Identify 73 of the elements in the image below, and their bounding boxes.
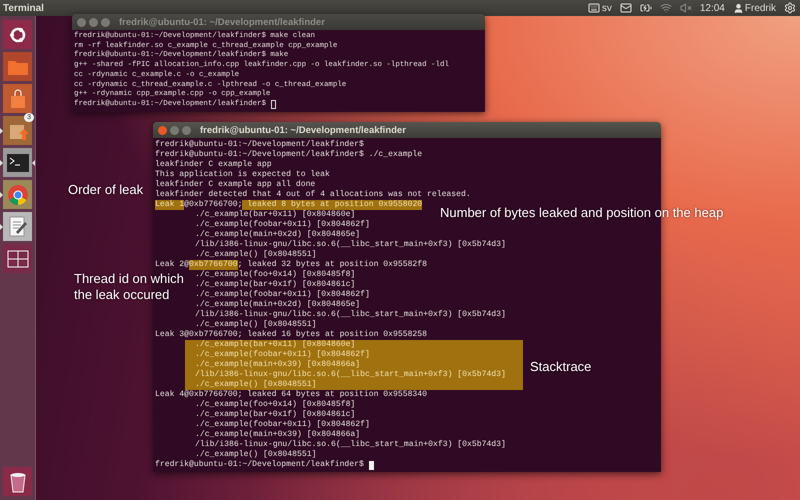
stack-frame-line: ./c_example(foobar+0x11) [0x804862f] (195, 290, 370, 300)
keyboard-layout[interactable]: sv (602, 2, 612, 14)
trash-icon (8, 470, 26, 492)
launcher-item[interactable] (0, 244, 35, 273)
stack-frame-line: ./c_example(bar+0x1f) [0x804861c] (195, 410, 356, 420)
clock[interactable]: 12:04 (700, 2, 725, 14)
minimize-button[interactable] (89, 18, 98, 26)
launcher-item[interactable] (0, 180, 35, 209)
stack-frame-line: ./c_example() [0x8048551] (195, 320, 316, 330)
round-browser-icon (6, 184, 28, 206)
keyboard-icon[interactable] (588, 2, 600, 14)
highlighted-stack-frame: ./c_example() [0x8048551] (185, 380, 523, 390)
running-indicator (0, 192, 3, 198)
terminal-text: @0xb7766700; (184, 200, 242, 210)
user-icon[interactable] (732, 2, 744, 14)
terminal-line: leakfinder detected that 4 out of 4 allocations was not released. (155, 190, 471, 200)
battery-icon[interactable] (640, 2, 652, 14)
stack-frame-line: ./c_example(foo+0x14) [0x80485f8] (195, 400, 356, 410)
text-editor-icon (8, 216, 28, 238)
launcher-item[interactable] (0, 20, 35, 49)
text-cursor (270, 100, 276, 110)
stack-frame-line: ./c_example(foo+0x14) [0x80485f8] (195, 270, 356, 280)
terminal-text: Leak 4@0xb7766700; leaked 64 bytes at position 0x9558340 (155, 390, 427, 400)
stack-frame-line: ./c_example(foobar+0x11) [0x804862f] (195, 420, 370, 430)
stack-frame-line: ./c_example(foobar+0x11) [0x804862f] (195, 220, 370, 230)
running-indicator (0, 160, 3, 166)
highlighted-text: Leak 1 (155, 200, 184, 210)
highlighted-text: leaked 8 bytes at position 0x9558020 (242, 200, 422, 210)
highlighted-stack-frame: ./c_example(foobar+0x11) [0x804862f] (185, 350, 523, 360)
terminal-prompt: fredrik@ubuntu-01:~/Development/leakfinder$ (155, 460, 364, 470)
launcher-item[interactable] (0, 467, 35, 496)
highlighted-stack-frame: ./c_example(main+0x39) [0x804866a] (185, 360, 523, 370)
stack-frame-line: ./c_example(main+0x39) [0x804866a] (195, 430, 360, 440)
terminal-line: fredrik@ubuntu-01:~/Development/leakfinder$ (155, 140, 364, 150)
annotation-label: Thread id on which the leak occured (74, 271, 185, 303)
terminal-icon (6, 154, 28, 172)
close-button[interactable] (158, 126, 167, 134)
settings-icon[interactable] (784, 2, 796, 14)
stack-frame-line: ./c_example() [0x8048551] (195, 450, 316, 460)
running-indicator (0, 224, 3, 230)
stack-frame-line: ./c_example(bar+0x11) [0x804860e] (195, 210, 356, 220)
stack-frame-line: ./c_example(main+0x2d) [0x804865e] (195, 300, 360, 310)
stack-frame-line: /lib/i386-linux-gnu/libc.so.6(__libc_start_main+0xf3) [0x5b74d3] (195, 240, 506, 250)
launcher-item[interactable] (0, 148, 35, 177)
running-indicator (0, 128, 3, 134)
highlighted-stack-frame: /lib/i386-linux-gnu/libc.so.6(__libc_start_main+0xf3) [0x5b74d3] (185, 370, 523, 380)
launcher-item[interactable] (0, 212, 35, 241)
terminal-line: This application is expected to leak (155, 170, 330, 180)
stack-frame-line: /lib/i386-linux-gnu/libc.so.6(__libc_start_main+0xf3) [0x5b74d3] (195, 310, 506, 320)
stack-frame-line: ./c_example() [0x8048551] (195, 250, 316, 260)
terminal-line: leakfinder C example app (155, 160, 272, 170)
muted-speaker-icon[interactable] (680, 2, 692, 14)
app-title: Terminal (3, 2, 45, 14)
highlighted-text: 0xb7766700 (189, 260, 238, 270)
window-title: fredrik@ubuntu-01: ~/Development/leakfinder (119, 16, 325, 28)
terminal-text: Leak 2@ (155, 260, 189, 270)
annotation-label: Order of leak (68, 182, 144, 198)
stack-frame-line: /lib/i386-linux-gnu/libc.so.6(__libc_start_main+0xf3) [0x5b74d3] (195, 440, 506, 450)
window-title: fredrik@ubuntu-01: ~/Development/leakfinder (200, 124, 406, 136)
mail-icon[interactable] (620, 2, 632, 14)
close-button[interactable] (77, 18, 86, 26)
stack-frame-line: ./c_example(bar+0x1f) [0x804861c] (195, 280, 356, 290)
terminal-text: ; leaked 32 bytes at position 0x95582f8 (238, 260, 428, 270)
maximize-button[interactable] (101, 18, 110, 26)
user-name[interactable]: Fredrik (744, 2, 776, 14)
workspace-grid-icon (6, 250, 28, 268)
stack-frame-line: ./c_example(main+0x2d) [0x804865e] (195, 230, 360, 240)
text-cursor (368, 460, 374, 470)
terminal-line: fredrik@ubuntu-01:~/Development/leakfinder$ ./c_example (155, 150, 422, 160)
annotation-label: Stacktrace (530, 359, 592, 375)
highlighted-stack-frame: ./c_example(bar+0x11) [0x804860e] (185, 340, 523, 350)
terminal-line: leakfinder C example app all done (155, 180, 316, 190)
terminal-text: Leak 3@0xb7766700; leaked 16 bytes at position 0x9558258 (155, 330, 427, 340)
